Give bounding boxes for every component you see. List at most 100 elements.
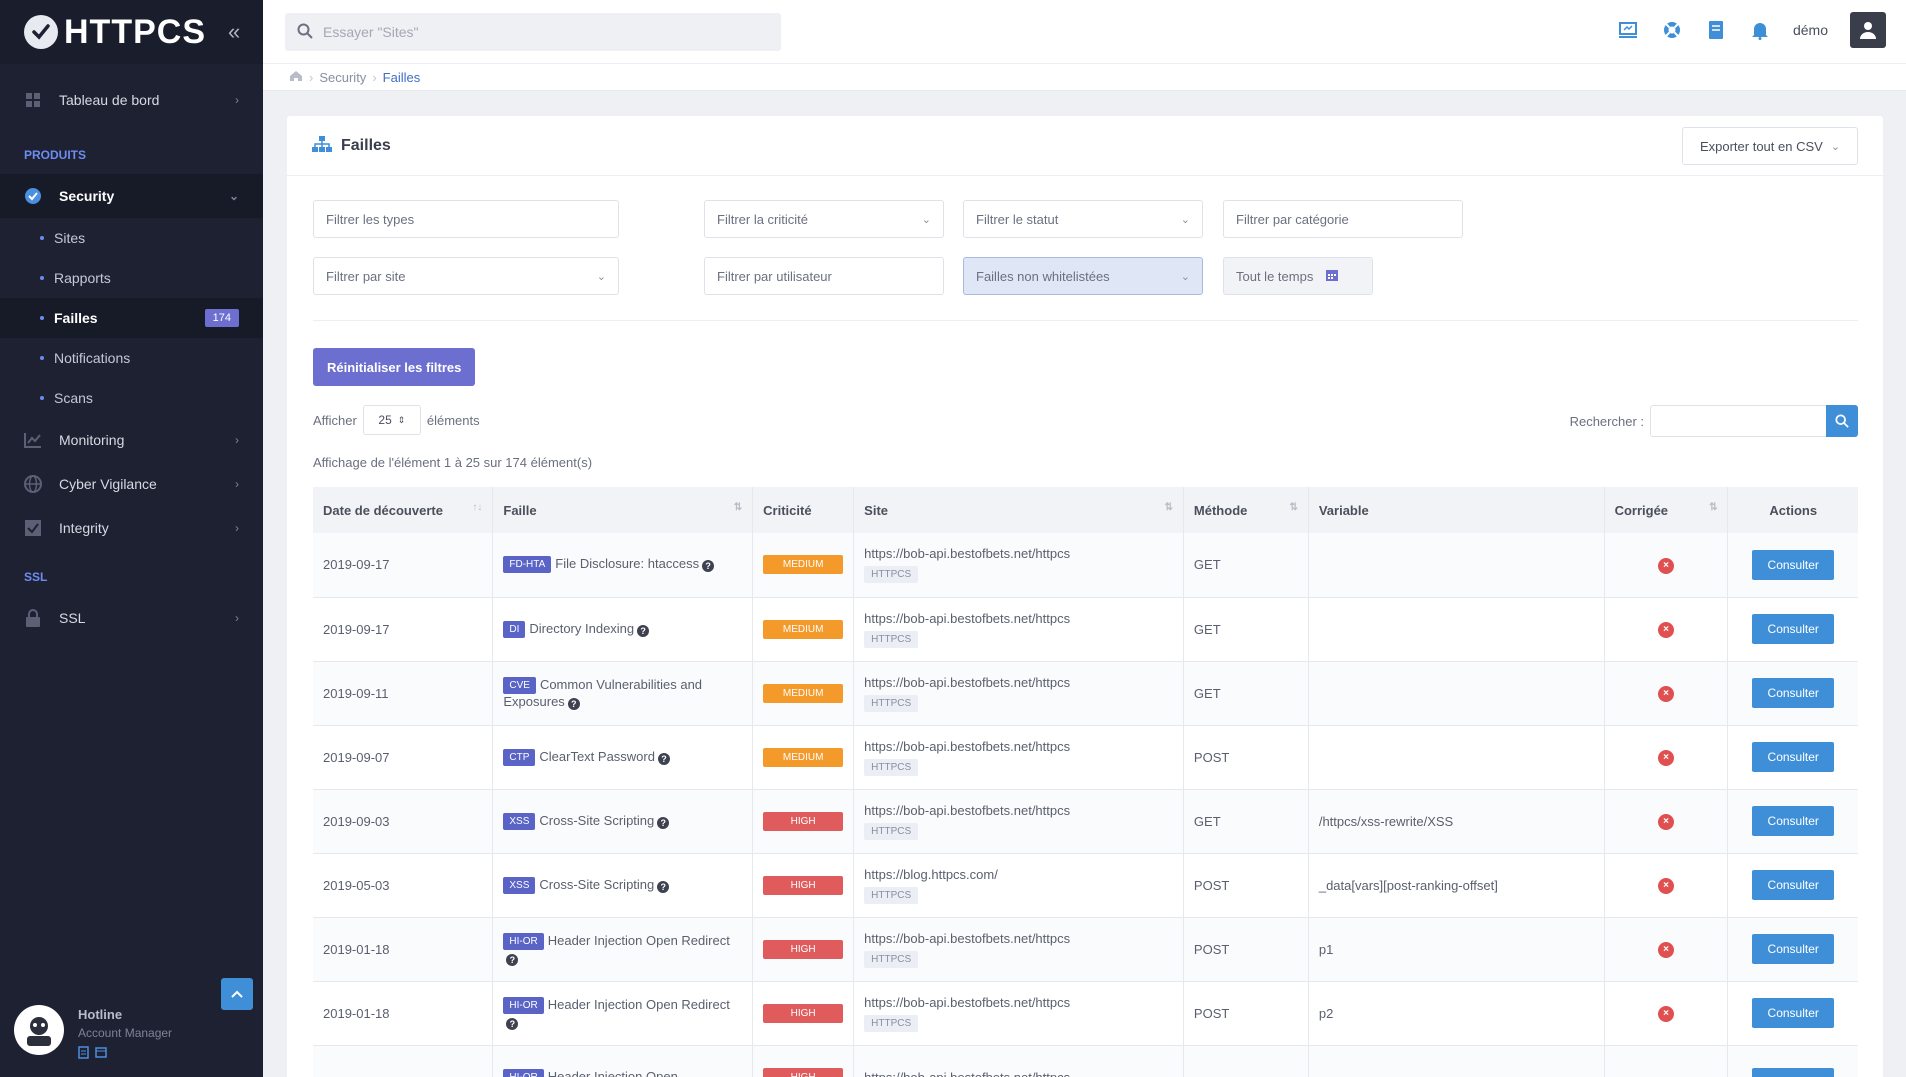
chevron-right-icon: ›	[235, 477, 239, 491]
site-url[interactable]: https://bob-api.bestofbets.net/httpcs	[864, 803, 1173, 818]
cell-methode: POST	[1183, 917, 1309, 981]
home-icon[interactable]	[289, 70, 303, 85]
search-button[interactable]	[1826, 405, 1858, 437]
sidebar-item-sites[interactable]: Sites	[0, 218, 263, 258]
support-icon[interactable]	[1661, 19, 1683, 41]
site-url[interactable]: https://bob-api.bestofbets.net/httpcs	[864, 611, 1173, 626]
logo[interactable]: HTTPCS «	[0, 0, 263, 64]
monitor-icon[interactable]	[1617, 19, 1639, 41]
sidebar-item-scans[interactable]: Scans	[0, 378, 263, 418]
sidebar-item-rapports[interactable]: Rapports	[0, 258, 263, 298]
consulter-button[interactable]: Consulter	[1752, 998, 1835, 1028]
site-tag: HTTPCS	[864, 630, 919, 648]
filter-site[interactable]: Filtrer par site ⌄	[313, 257, 619, 295]
nav-monitoring[interactable]: Monitoring ›	[0, 418, 263, 462]
document-icon[interactable]	[78, 1046, 89, 1062]
sidebar-item-label: Notifications	[54, 350, 131, 366]
col-variable[interactable]: Variable	[1308, 487, 1605, 533]
global-search-input[interactable]	[323, 24, 743, 40]
scroll-top-button[interactable]	[221, 978, 253, 1010]
failles-card: Failles Exporter tout en CSV ⌄ Filtrer l…	[287, 116, 1883, 1077]
bullet-icon	[40, 236, 44, 240]
export-csv-button[interactable]: Exporter tout en CSV ⌄	[1682, 127, 1858, 165]
help-icon[interactable]: ?	[506, 1017, 519, 1030]
sidebar-item-label: Sites	[54, 230, 86, 246]
filter-criticite[interactable]: Filtrer la criticité ⌄	[704, 200, 944, 238]
help-icon[interactable]: ?	[657, 816, 670, 829]
help-icon[interactable]: ?	[567, 697, 580, 710]
cell-corrigee: ×	[1604, 853, 1729, 917]
chevron-right-icon: ›	[235, 521, 239, 535]
user-name[interactable]: démo	[1793, 22, 1828, 38]
site-url[interactable]: https://bob-api.bestofbets.net/httpcs	[864, 675, 1173, 690]
sidebar-item-label: Rapports	[54, 270, 111, 286]
consulter-button[interactable]: Consulter	[1752, 870, 1835, 900]
section-products: PRODUITS	[24, 148, 87, 162]
nav-cyber-vigilance[interactable]: Cyber Vigilance ›	[0, 462, 263, 506]
col-date[interactable]: Date de découverte ↑↓	[313, 487, 494, 533]
filter-statut[interactable]: Filtrer le statut ⌄	[963, 200, 1203, 238]
close-circle-icon: ×	[1658, 941, 1675, 958]
col-methode[interactable]: Méthode ⇅	[1183, 487, 1309, 533]
consulter-button[interactable]	[1752, 1067, 1835, 1077]
col-criticite[interactable]: Criticité	[752, 487, 855, 533]
site-url[interactable]: https://bob-api.bestofbets.net/httpcs	[864, 1070, 1173, 1077]
sidebar-item-notifications[interactable]: Notifications	[0, 338, 263, 378]
filter-types[interactable]	[313, 200, 619, 238]
table-search-input[interactable]	[1650, 405, 1826, 437]
filter-utilisateur-input[interactable]	[717, 268, 931, 284]
breadcrumb-security[interactable]: Security	[319, 70, 366, 85]
site-url[interactable]: https://bob-api.bestofbets.net/httpcs	[864, 546, 1173, 561]
site-url[interactable]: https://bob-api.bestofbets.net/httpcs	[864, 995, 1173, 1010]
reset-filters-button[interactable]: Réinitialiser les filtres	[313, 348, 476, 386]
cell-corrigee	[1604, 1045, 1729, 1077]
filter-categorie-input[interactable]	[1236, 211, 1450, 227]
cell-criticite: HIGH	[752, 981, 855, 1045]
help-icon[interactable]: ?	[637, 624, 650, 637]
faille-code-badge: HI-OR	[503, 1068, 544, 1077]
filter-types-input[interactable]	[326, 211, 606, 227]
consulter-button[interactable]: Consulter	[1752, 678, 1835, 708]
filter-utilisateur[interactable]	[704, 257, 944, 295]
nav-ssl[interactable]: SSL ›	[0, 596, 263, 640]
user-avatar-button[interactable]	[1850, 12, 1886, 48]
nav-security[interactable]: Security ⌄	[0, 174, 263, 218]
filter-whitelist[interactable]: Failles non whitelistées ⌄	[963, 257, 1203, 295]
bell-icon[interactable]	[1749, 19, 1771, 41]
col-corrigee[interactable]: Corrigée ⇅	[1604, 487, 1729, 533]
filter-date-range[interactable]: Tout le temps	[1223, 257, 1373, 295]
col-faille[interactable]: Faille ⇅	[492, 487, 754, 533]
help-icon[interactable]: ?	[506, 953, 519, 966]
nav-integrity[interactable]: Integrity ›	[0, 506, 263, 550]
chevron-down-icon: ⌄	[596, 270, 606, 283]
check-circle-icon	[24, 187, 42, 205]
nav-dashboard[interactable]: Tableau de bord ›	[0, 78, 263, 122]
site-url[interactable]: https://blog.httpcs.com/	[864, 867, 1173, 882]
consulter-button[interactable]: Consulter	[1752, 934, 1835, 964]
section-ssl: SSL	[24, 570, 48, 584]
filter-categorie[interactable]	[1223, 200, 1463, 238]
help-icon[interactable]: ?	[702, 560, 715, 573]
global-search[interactable]	[285, 13, 781, 51]
sidebar-item-failles[interactable]: Failles 174	[0, 298, 263, 338]
sort-icon: ↑↓	[472, 502, 483, 513]
site-url[interactable]: https://bob-api.bestofbets.net/httpcs	[864, 739, 1173, 754]
cell-methode: GET	[1183, 533, 1309, 597]
collapse-sidebar-icon[interactable]: «	[228, 19, 240, 45]
site-url[interactable]: https://bob-api.bestofbets.net/httpcs	[864, 931, 1173, 946]
consulter-button[interactable]: Consulter	[1752, 806, 1835, 836]
book-icon[interactable]	[1705, 19, 1727, 41]
help-icon[interactable]: ?	[657, 752, 670, 765]
faille-name: Header Injection Open	[547, 1068, 678, 1077]
page-length-select[interactable]: 25 ⇕	[362, 405, 421, 435]
cell-criticite: MEDIUM	[752, 725, 855, 789]
consulter-button[interactable]: Consulter	[1752, 742, 1835, 772]
help-icon[interactable]: ?	[657, 880, 670, 893]
hotline-subtitle: Account Manager	[78, 1026, 173, 1040]
site-tag: HTTPCS	[864, 886, 919, 904]
cell-date: 2019-09-17	[313, 533, 494, 597]
consulter-button[interactable]: Consulter	[1752, 614, 1835, 644]
col-site[interactable]: Site ⇅	[853, 487, 1184, 533]
calendar-icon[interactable]	[95, 1046, 107, 1062]
consulter-button[interactable]: Consulter	[1752, 549, 1835, 580]
